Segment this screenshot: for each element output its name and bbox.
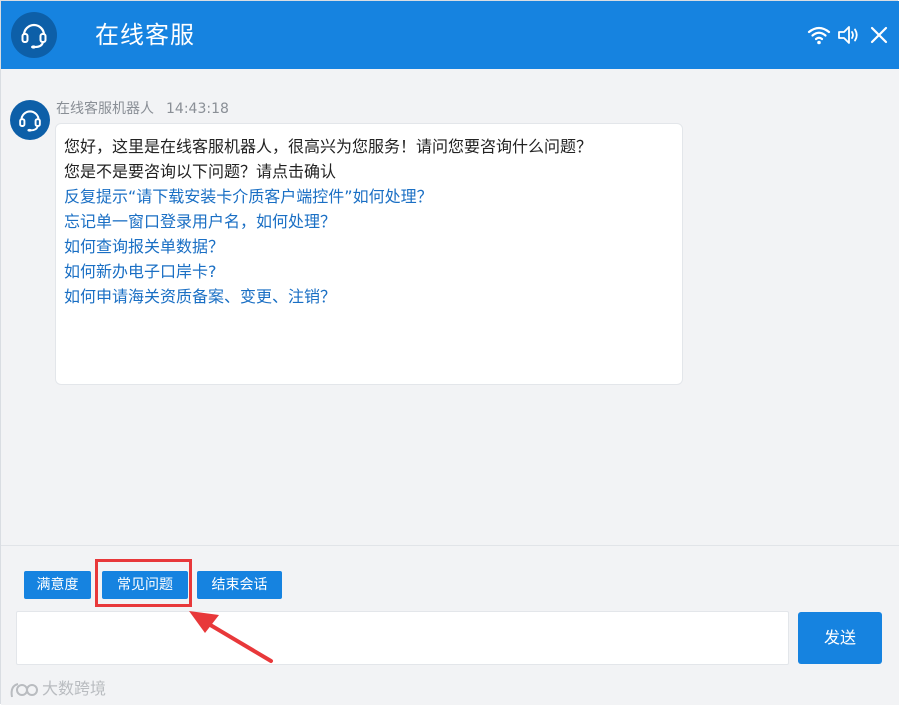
message-list[interactable]: 在线客服机器人 14:43:18 您好，这里是在线客服机器人，很高兴为您服务！请问… xyxy=(1,69,899,545)
highlight-box xyxy=(95,559,192,607)
wifi-icon[interactable] xyxy=(807,25,831,45)
message-bubble: 您好，这里是在线客服机器人，很高兴为您服务！请问您要咨询什么问题？ 您是不是要咨… xyxy=(55,123,683,385)
message-input[interactable] xyxy=(16,611,789,665)
bot-avatar-headset-icon xyxy=(10,100,50,140)
sender-name: 在线客服机器人 xyxy=(56,101,154,117)
suggestion-link[interactable]: 如何查询报关单数据？ xyxy=(64,234,676,259)
satisfaction-button[interactable]: 满意度 xyxy=(24,571,91,599)
annotation-arrow-icon xyxy=(189,611,273,663)
watermark: 大数跨境 xyxy=(8,677,106,701)
suggestion-link[interactable]: 忘记单一窗口登录用户名，如何处理？ xyxy=(64,209,676,234)
composer-area: 满意度 常见问题 结束会话 发送 xyxy=(1,546,899,705)
end-session-button[interactable]: 结束会话 xyxy=(197,571,282,599)
suggestion-link[interactable]: 如何申请海关资质备案、变更、注销？ xyxy=(64,284,676,309)
message-meta: 在线客服机器人 14:43:18 xyxy=(56,100,229,118)
header-bar: 在线客服 xyxy=(1,1,899,69)
prompt-text: 您是不是要咨询以下问题？请点击确认 xyxy=(64,162,337,181)
send-button[interactable]: 发送 xyxy=(798,612,882,664)
suggestion-link[interactable]: 反复提示“请下载安装卡介质客户端控件”如何处理？ xyxy=(64,184,676,209)
volume-icon[interactable] xyxy=(837,25,863,45)
watermark-logo-icon xyxy=(10,682,38,697)
greeting-text: 您好，这里是在线客服机器人，很高兴为您服务！请问您要咨询什么问题？ xyxy=(64,137,593,156)
chat-window: 在线客服 在线客服机器人 14:43:18 您好，这里是在线客服机器人，很高兴为… xyxy=(0,0,899,705)
headset-icon xyxy=(11,12,57,58)
watermark-text: 大数跨境 xyxy=(42,679,107,698)
page-title: 在线客服 xyxy=(95,21,195,49)
close-icon[interactable] xyxy=(869,25,889,45)
suggestion-link[interactable]: 如何新办电子口岸卡? xyxy=(64,259,676,284)
message-time: 14:43:18 xyxy=(166,101,229,117)
